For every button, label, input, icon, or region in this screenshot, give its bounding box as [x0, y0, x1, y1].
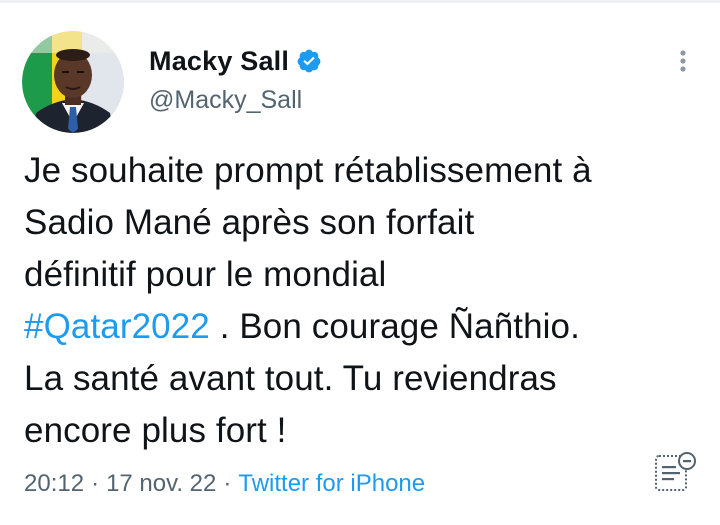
tweet-line: encore plus fort ! — [24, 411, 287, 450]
tweet-line: La santé avant tout. Tu reviendras — [24, 359, 557, 398]
top-divider — [0, 0, 720, 3]
more-options-icon[interactable] — [670, 46, 696, 76]
tweet-time[interactable]: 20:12 — [24, 470, 84, 497]
analytics-icon[interactable] — [652, 450, 698, 496]
tweet-meta: 20:12 · 17 nov. 22 · Twitter for iPhone — [24, 470, 425, 498]
author-display-name[interactable]: Macky Sall — [149, 46, 289, 77]
tweet-source-link[interactable]: Twitter for iPhone — [238, 470, 425, 497]
meta-separator: · — [223, 470, 232, 497]
author-name-row: Macky Sall — [149, 44, 322, 78]
avatar[interactable] — [22, 31, 124, 133]
verified-badge-icon — [296, 48, 322, 74]
tweet-line: définitif pour le mondial — [24, 255, 387, 294]
tweet-line-text: . Bon courage Ñañthio. — [209, 307, 580, 346]
tweet-text: Je souhaite prompt rétablissement à Sadi… — [24, 145, 704, 457]
tweet-card: Macky Sall @Macky_Sall Je souhaite promp… — [0, 0, 720, 525]
tweet-date[interactable]: 17 nov. 22 — [106, 470, 216, 497]
meta-separator: · — [91, 470, 100, 497]
avatar-portrait — [22, 31, 124, 133]
hashtag-link[interactable]: #Qatar2022 — [24, 307, 210, 346]
author-handle[interactable]: @Macky_Sall — [149, 86, 302, 115]
tweet-line: Sadio Mané après son forfait — [24, 203, 475, 242]
tweet-line: Je souhaite prompt rétablissement à — [24, 151, 592, 190]
tweet-line: #Qatar2022 . Bon courage Ñañthio. — [24, 301, 704, 353]
